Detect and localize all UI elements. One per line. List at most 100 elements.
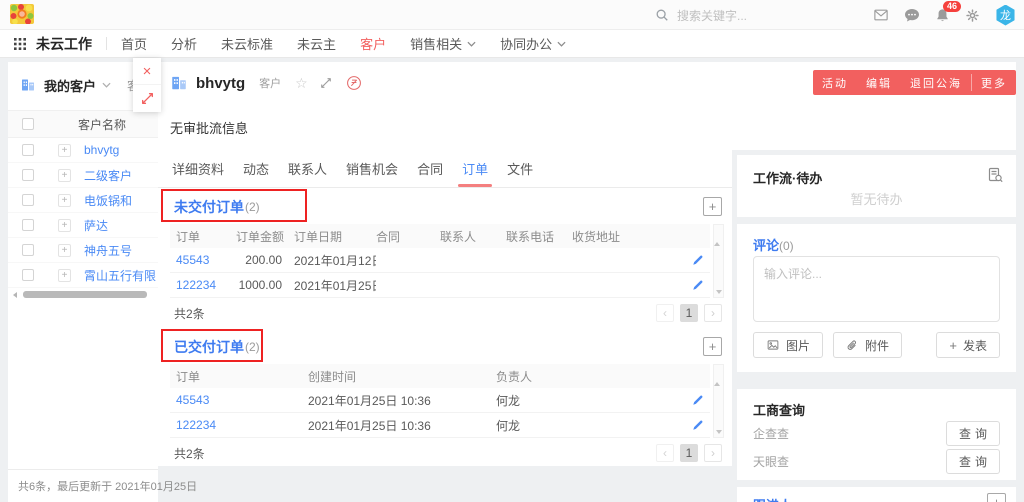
row-checkbox[interactable] [22, 169, 34, 181]
customer-row[interactable]: + bhvytg [8, 138, 158, 163]
expand-plus-icon[interactable]: + [58, 219, 71, 232]
tab-profile[interactable]: 详细资料 [172, 150, 224, 187]
scroll-up-icon[interactable] [714, 365, 720, 386]
nav-item-sales[interactable]: 销售相关 [410, 34, 476, 53]
mail-icon[interactable] [873, 8, 889, 22]
order-link[interactable]: 45543 [170, 253, 236, 267]
star-icon[interactable]: ☆ [295, 76, 308, 90]
expand-plus-icon[interactable]: + [58, 194, 71, 207]
chat-icon[interactable] [904, 7, 920, 23]
order-row[interactable]: 45543 200.00 2021年01月12日 [170, 248, 710, 273]
query-button[interactable]: 查询 [946, 449, 1000, 474]
app-launcher-icon[interactable] [14, 38, 26, 50]
nav-item-collaboration[interactable]: 协同办公 [500, 34, 566, 53]
edit-pencil-icon[interactable] [692, 279, 710, 291]
customer-link[interactable]: 萨达 [84, 217, 108, 234]
return-to-pool-button[interactable]: 退回公海 [901, 70, 971, 95]
nav-item-analysis[interactable]: 分析 [171, 34, 197, 53]
table-scrollbar[interactable] [713, 364, 724, 438]
edit-button[interactable]: 编辑 [857, 70, 901, 95]
expand-icon[interactable] [133, 85, 161, 112]
customer-row[interactable]: + 神舟五号 [8, 238, 158, 263]
row-checkbox[interactable] [22, 269, 34, 281]
approval-stamp-icon[interactable] [346, 75, 362, 91]
customer-row[interactable]: + 霄山五行有限 [8, 263, 158, 288]
customer-link[interactable]: 二级客户 [84, 167, 132, 184]
more-button[interactable]: 更多 [972, 70, 1016, 95]
order-row[interactable]: 122234 2021年01月25日 10:36 何龙 [170, 413, 710, 438]
pagination-prev-icon[interactable]: ‹ [656, 304, 674, 322]
order-row[interactable]: 122234 1000.00 2021年01月25日 [170, 273, 710, 298]
row-checkbox[interactable] [22, 219, 34, 231]
list-view-title[interactable]: 我的客户 [44, 76, 96, 95]
detail-tabs: 详细资料 动态 联系人 销售机会 合同 订单 文件 [158, 150, 732, 188]
row-checkbox[interactable] [22, 144, 34, 156]
nav-item-home[interactable]: 首页 [121, 34, 147, 53]
add-order-button[interactable]: + [703, 337, 722, 356]
attachment-button[interactable]: 附件 [833, 332, 902, 358]
expand-plus-icon[interactable]: + [58, 244, 71, 257]
app-logo[interactable] [10, 4, 34, 24]
row-checkbox[interactable] [22, 194, 34, 206]
table-scrollbar[interactable] [713, 224, 724, 298]
gear-icon[interactable] [965, 8, 980, 23]
customer-link[interactable]: 电饭锅和 [84, 192, 132, 209]
tab-orders[interactable]: 订单 [462, 150, 488, 187]
tab-contracts[interactable]: 合同 [417, 150, 443, 187]
expand-plus-icon[interactable]: + [58, 144, 71, 157]
tab-files[interactable]: 文件 [507, 150, 533, 187]
order-link[interactable]: 45543 [170, 393, 308, 407]
customer-link[interactable]: 神舟五号 [84, 242, 132, 259]
horizontal-scrollbar[interactable] [10, 290, 156, 299]
customer-row[interactable]: + 电饭锅和 [8, 188, 158, 213]
activity-button[interactable]: 活动 [813, 70, 857, 95]
order-row[interactable]: 45543 2021年01月25日 10:36 何龙 [170, 388, 710, 413]
scroll-down-icon[interactable] [716, 290, 722, 294]
image-button[interactable]: 图片 [753, 332, 823, 358]
tab-activity[interactable]: 动态 [243, 150, 269, 187]
app-name[interactable]: 未云工作 [36, 34, 92, 54]
close-icon[interactable]: × [133, 58, 161, 85]
customer-link[interactable]: bhvytg [84, 143, 119, 157]
scroll-down-icon[interactable] [716, 430, 722, 434]
business-query-title: 工商查询 [753, 400, 805, 419]
nav-divider [106, 37, 107, 50]
add-follower-button[interactable]: + [987, 493, 1006, 502]
edit-pencil-icon[interactable] [692, 394, 710, 406]
query-button[interactable]: 查询 [946, 421, 1000, 446]
row-checkbox[interactable] [22, 244, 34, 256]
tab-opportunities[interactable]: 销售机会 [346, 150, 398, 187]
customer-row[interactable]: + 二级客户 [8, 163, 158, 188]
bell-icon[interactable]: 46 [935, 8, 950, 23]
customer-link[interactable]: 霄山五行有限 [84, 267, 156, 284]
fullscreen-icon[interactable] [320, 77, 332, 89]
add-order-button[interactable]: + [703, 197, 722, 216]
nav-item-main[interactable]: 未云主 [297, 34, 336, 53]
comment-input[interactable] [753, 256, 1000, 322]
pagination-current-page[interactable]: 1 [680, 304, 698, 322]
scroll-up-icon[interactable] [714, 225, 720, 246]
pagination-next-icon[interactable]: › [704, 304, 722, 322]
pagination-next-icon[interactable]: › [704, 444, 722, 462]
scroll-left-icon[interactable] [13, 292, 17, 298]
expand-plus-icon[interactable]: + [58, 269, 71, 282]
global-search[interactable]: 搜索关键字... [655, 0, 747, 30]
order-link[interactable]: 122234 [170, 278, 236, 292]
post-button[interactable]: + 发表 [936, 332, 1000, 358]
doc-search-icon[interactable] [987, 167, 1003, 183]
edit-pencil-icon[interactable] [692, 254, 710, 266]
select-all-checkbox[interactable] [22, 118, 34, 130]
edit-pencil-icon[interactable] [692, 419, 710, 431]
order-link[interactable]: 122234 [170, 418, 308, 432]
expand-plus-icon[interactable]: + [58, 169, 71, 182]
col-phone: 联系电话 [506, 228, 572, 245]
nav-item-standard[interactable]: 未云标准 [221, 34, 273, 53]
user-avatar[interactable]: 龙 [995, 5, 1016, 26]
nav-item-customer[interactable]: 客户 [360, 34, 386, 53]
tab-contacts[interactable]: 联系人 [288, 150, 327, 187]
pagination-prev-icon[interactable]: ‹ [656, 444, 674, 462]
customer-row[interactable]: + 萨达 [8, 213, 158, 238]
pagination-current-page[interactable]: 1 [680, 444, 698, 462]
screen: 搜索关键字... 46 龙 未云工作 首页 分析 [0, 0, 1024, 502]
scrollbar-thumb[interactable] [23, 291, 147, 298]
